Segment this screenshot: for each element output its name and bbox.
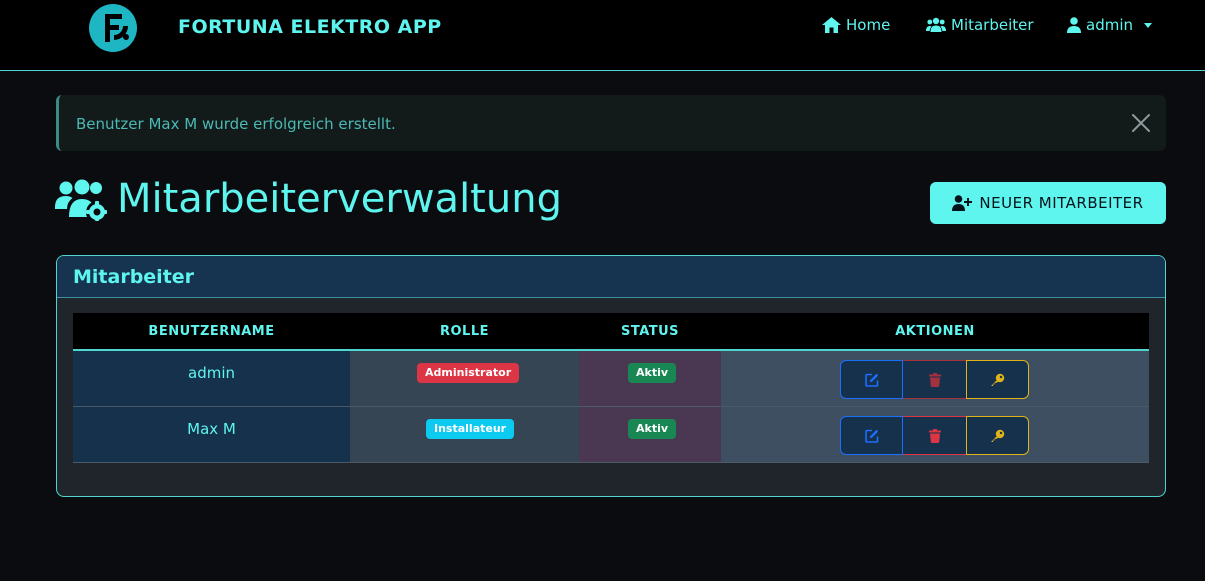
employees-card: Mitarbeiter BENUTZERNAME ROLLE STATUS AK… [56, 255, 1166, 497]
actions-cell [721, 407, 1149, 462]
card-title: Mitarbeiter [73, 266, 195, 288]
nav-mitarbeiter[interactable]: Mitarbeiter [926, 16, 1034, 34]
navbar: FORTUNA ELEKTRO APP Home Mitarbeiter adm… [0, 0, 1205, 71]
table-header: BENUTZERNAME ROLLE STATUS AKTIONEN [73, 313, 1149, 351]
actions-cell [721, 351, 1149, 406]
status-cell: Aktiv [579, 351, 721, 406]
reset-password-button[interactable] [966, 416, 1029, 455]
brand-title[interactable]: FORTUNA ELEKTRO APP [178, 16, 442, 38]
edit-icon [864, 373, 878, 387]
users-icon [926, 17, 946, 32]
nav-user-dropdown[interactable]: admin [1067, 16, 1152, 34]
column-header-role[interactable]: ROLLE [350, 324, 579, 339]
status-badge: Aktiv [628, 419, 677, 439]
chevron-down-icon [1144, 22, 1152, 28]
action-button-group [840, 416, 1030, 455]
username: admin [188, 364, 235, 382]
trash-icon [928, 428, 941, 443]
action-button-group [840, 360, 1030, 399]
username-cell: Max M [73, 407, 350, 462]
nav-mitarbeiter-label: Mitarbeiter [951, 16, 1034, 34]
column-header-status[interactable]: STATUS [579, 324, 721, 339]
nav-home-label: Home [846, 16, 891, 34]
edit-icon [864, 429, 878, 443]
delete-button[interactable] [903, 360, 966, 399]
logo-icon[interactable] [89, 4, 137, 52]
alert-message: Benutzer Max M wurde erfolgreich erstell… [76, 115, 396, 133]
reset-password-button[interactable] [966, 360, 1029, 399]
edit-button[interactable] [840, 360, 903, 399]
delete-button[interactable] [903, 416, 966, 455]
username: Max M [187, 420, 236, 438]
username-cell: admin [73, 351, 350, 406]
user-icon [1067, 17, 1081, 33]
role-badge: Administrator [417, 363, 520, 383]
home-icon [822, 17, 841, 33]
page-title: Mitarbeiterverwaltung [117, 176, 562, 222]
edit-button[interactable] [840, 416, 903, 455]
column-header-actions: AKTIONEN [895, 324, 975, 339]
nav-home[interactable]: Home [822, 16, 890, 34]
role-cell: Administrator [350, 351, 579, 406]
key-icon [991, 429, 1005, 442]
close-icon[interactable] [1130, 112, 1152, 134]
nav-user-label: admin [1086, 16, 1133, 34]
new-employee-button[interactable]: NEUER MITARBEITER [930, 182, 1166, 224]
success-alert: Benutzer Max M wurde erfolgreich erstell… [56, 95, 1166, 151]
employees-table: BENUTZERNAME ROLLE STATUS AKTIONEN admin… [73, 313, 1149, 463]
key-icon [991, 373, 1005, 386]
card-header: Mitarbeiter [57, 256, 1165, 298]
status-cell: Aktiv [579, 407, 721, 462]
column-header-username[interactable]: BENUTZERNAME [73, 324, 350, 339]
users-cog-icon [55, 179, 107, 221]
table-row: Max M Installateur Aktiv [73, 407, 1149, 463]
role-badge: Installateur [426, 419, 515, 439]
table-row: admin Administrator Aktiv [73, 351, 1149, 407]
role-cell: Installateur [350, 407, 579, 462]
trash-icon [928, 372, 941, 387]
user-plus-icon [952, 195, 973, 211]
new-employee-label: NEUER MITARBEITER [979, 194, 1144, 212]
status-badge: Aktiv [628, 363, 677, 383]
